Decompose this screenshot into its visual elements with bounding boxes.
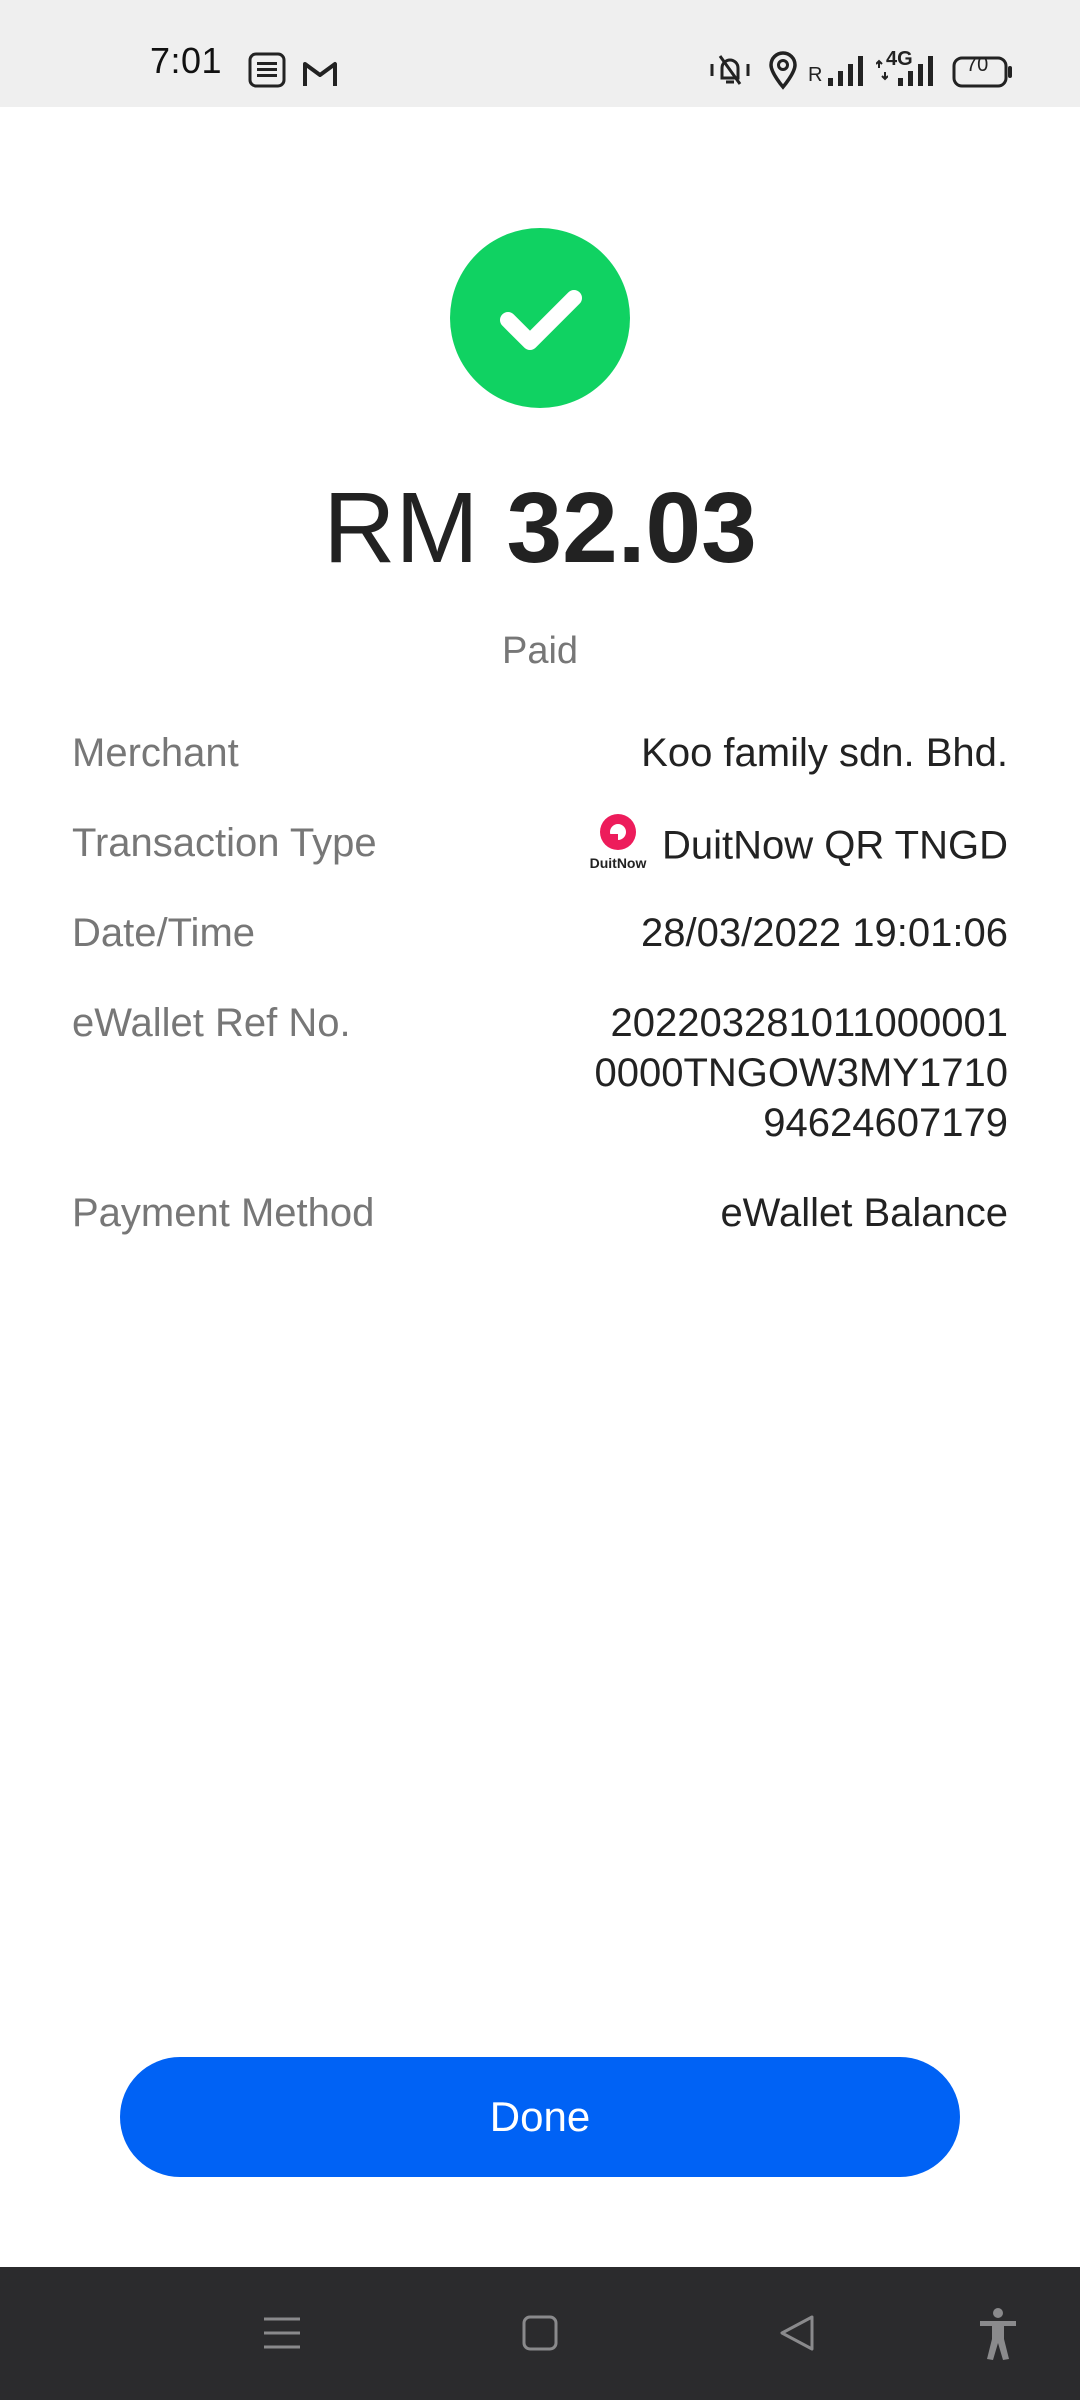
payment-status: Paid [501, 630, 579, 672]
vibrate-mute-icon [710, 55, 750, 85]
ewallet-ref-label: eWallet Ref No. [72, 1001, 351, 1045]
payment-amount: RM 32.03 [0, 468, 1080, 588]
duitnow-logo-text: DuitNow [590, 855, 647, 871]
home-square-icon[interactable] [522, 2315, 558, 2351]
menu-icon[interactable] [262, 2315, 302, 2351]
done-button[interactable]: Done [120, 2057, 960, 2177]
transaction-details: Merchant Koo family sdn. Bhd. Transactio… [72, 728, 1008, 1248]
merchant-label: Merchant [72, 731, 239, 775]
amount-currency: RM [323, 472, 479, 584]
accessibility-icon[interactable] [976, 2307, 1020, 2361]
data-arrows-icon [876, 59, 888, 81]
ewallet-ref-line-2: 0000TNGOW3MY1710 [594, 1051, 1008, 1095]
ewallet-ref-line-3: 94624607179 [763, 1101, 1008, 1145]
payment-receipt-screen: 7:01 R 4G 70 RM 32.03 Paid Merchant Koo … [0, 0, 1080, 2400]
transaction-type-label: Transaction Type [72, 821, 377, 865]
ewallet-ref-line-1: 202203281011000001 [610, 1001, 1008, 1045]
status-time: 7:01 [150, 40, 223, 81]
transaction-type-value-group: DuitNow DuitNow QR TNGD [586, 814, 1008, 878]
datetime-label: Date/Time [72, 911, 256, 955]
detail-row-transaction-type: Transaction Type DuitNow DuitNow QR TNGD [72, 814, 1008, 908]
system-navigation-bar [0, 2267, 1080, 2400]
ewallet-ref-value: 202203281011000001 0000TNGOW3MY1710 9462… [594, 998, 1008, 1148]
transaction-type-value: DuitNow QR TNGD [662, 823, 1008, 868]
status-bar: 7:01 R 4G 70 [0, 0, 1080, 107]
detail-row-payment-method: Payment Method eWallet Balance [72, 1188, 1008, 1248]
roaming-indicator: R [808, 64, 823, 86]
amount-value: 32.03 [506, 472, 757, 584]
payment-method-label: Payment Method [72, 1191, 375, 1235]
merchant-value: Koo family sdn. Bhd. [641, 731, 1008, 775]
tng-notification-icon [248, 52, 286, 88]
success-check-icon [450, 228, 630, 408]
signal-4g-icon [898, 56, 933, 86]
back-triangle-icon[interactable] [778, 2313, 818, 2353]
battery-level: 70 [966, 54, 989, 76]
signal-roaming-icon [828, 56, 863, 86]
detail-row-datetime: Date/Time 28/03/2022 19:01:06 [72, 908, 1008, 998]
gmail-icon [303, 62, 337, 86]
location-icon [769, 51, 797, 90]
duitnow-logo-icon: DuitNow [586, 812, 650, 872]
detail-row-merchant: Merchant Koo family sdn. Bhd. [72, 728, 1008, 818]
detail-row-ewallet-ref: eWallet Ref No. 202203281011000001 0000T… [72, 998, 1008, 1188]
datetime-value: 28/03/2022 19:01:06 [640, 911, 1008, 955]
payment-method-value: eWallet Balance [720, 1191, 1008, 1235]
